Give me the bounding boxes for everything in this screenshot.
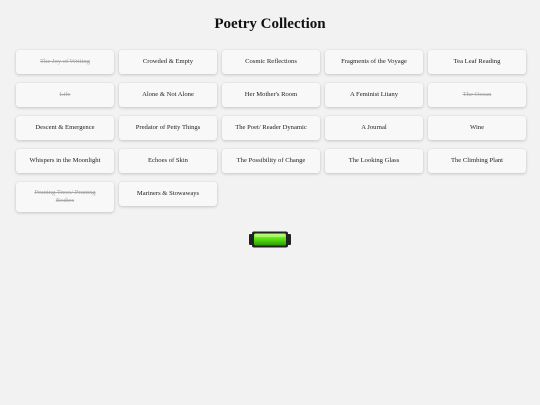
poem-card[interactable]: Alone & Not Alone (119, 83, 217, 107)
poem-card[interactable]: The Possibility of Change (222, 149, 320, 173)
poem-card[interactable]: The Climbing Plant (428, 149, 526, 173)
poem-card[interactable]: Descent & Emergence (16, 116, 114, 140)
battery-icon (249, 231, 291, 248)
poem-card[interactable]: Predator of Petty Things (119, 116, 217, 140)
poem-card[interactable]: The Poet/ Reader Dynamic (222, 116, 320, 140)
poem-card[interactable]: Mariners & Stowaways (119, 182, 217, 206)
page: Poetry Collection The Joy of Writing Crow… (0, 0, 540, 405)
poem-card[interactable]: Whispers in the Moonlight (16, 149, 114, 173)
poem-card[interactable]: Life (16, 83, 114, 107)
poem-card[interactable]: Her Mother's Room (222, 83, 320, 107)
page-title: Poetry Collection (214, 16, 326, 32)
poem-card[interactable]: The Looking Glass (325, 149, 423, 173)
poem-card[interactable]: Pruning Trees/ Pruning Bodies (16, 182, 114, 212)
poem-card[interactable]: A Feminist Litany (325, 83, 423, 107)
poem-card[interactable]: Crowded & Empty (119, 50, 217, 74)
poem-card[interactable]: Echoes of Skin (119, 149, 217, 173)
poem-card[interactable]: The Joy of Writing (16, 50, 114, 74)
poem-grid: The Joy of Writing Crowded & Empty Cosmic … (16, 50, 526, 212)
poem-card[interactable]: Fragments of the Voyage (325, 50, 423, 74)
poem-card[interactable]: Cosmic Reflections (222, 50, 320, 74)
poem-card[interactable]: A Journal (325, 116, 423, 140)
poem-card[interactable]: The Ocean (428, 83, 526, 107)
poem-card[interactable]: Tea Leaf Reading (428, 50, 526, 74)
poem-card[interactable]: Wine (428, 116, 526, 140)
